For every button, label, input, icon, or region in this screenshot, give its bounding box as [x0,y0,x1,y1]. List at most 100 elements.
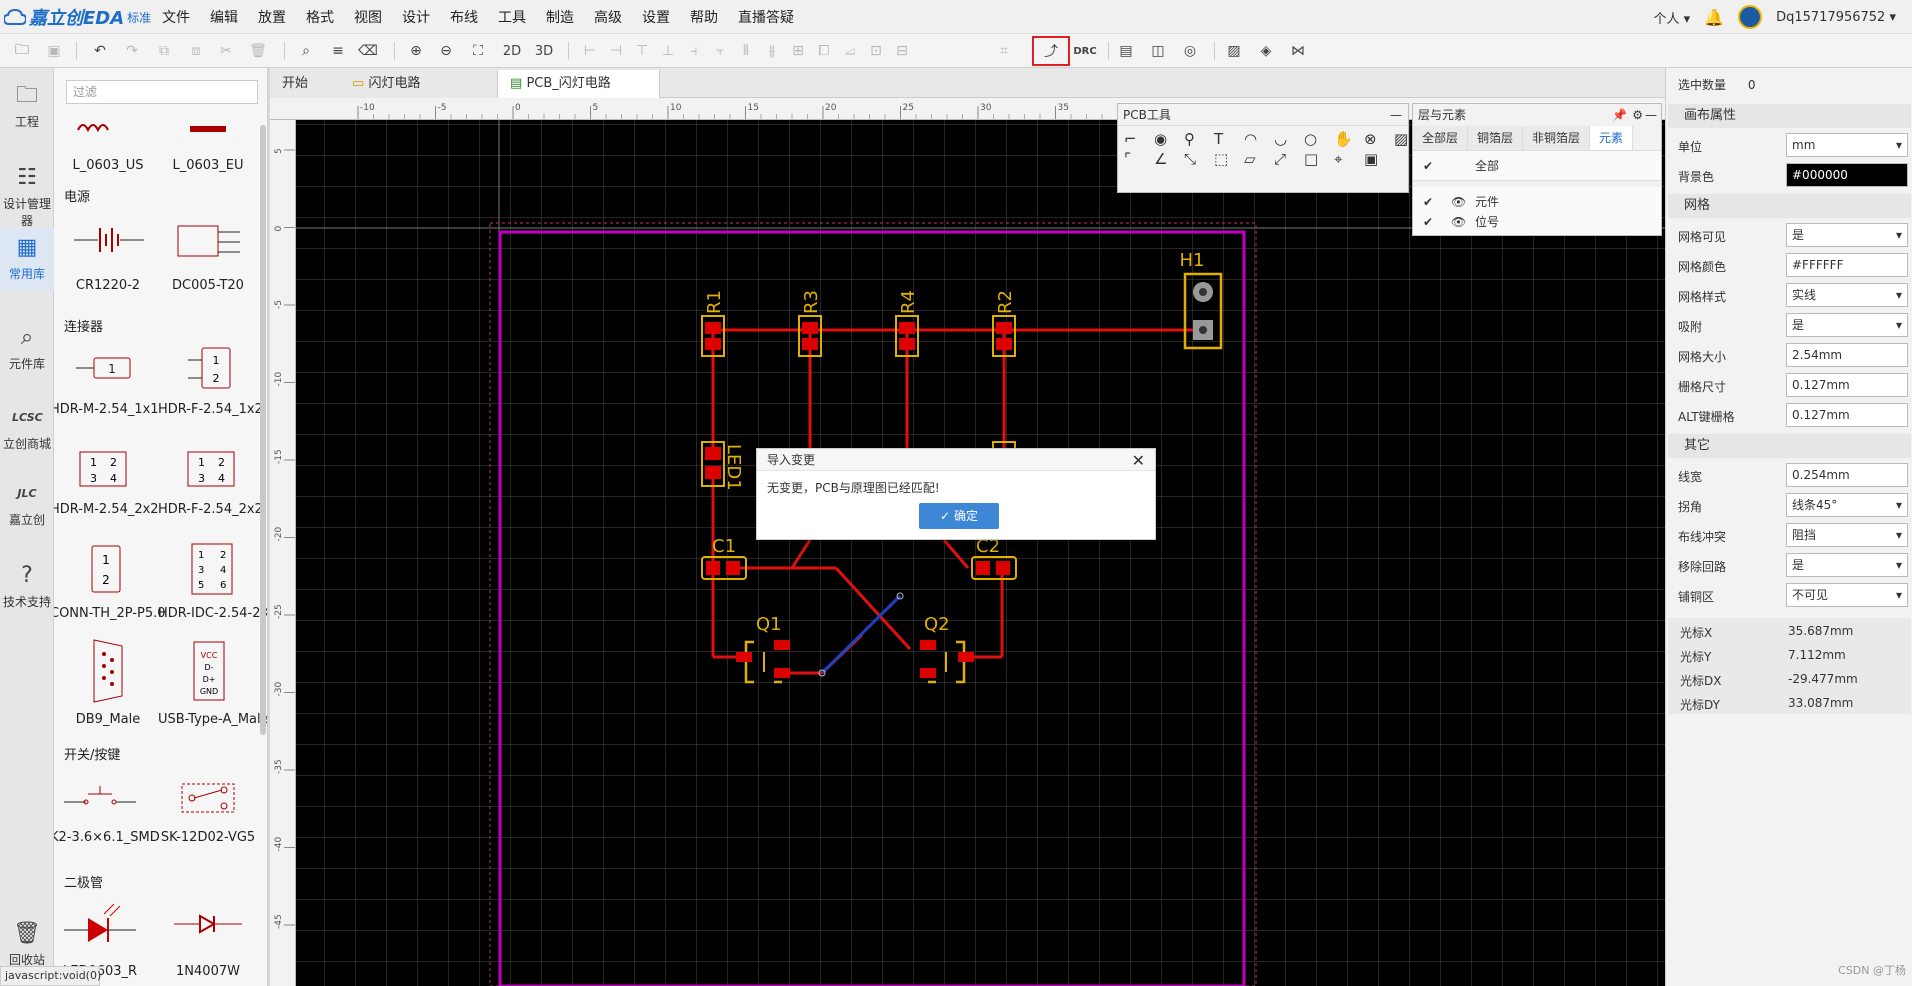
arc2-tool-icon[interactable]: ◡ [1274,130,1302,148]
part-db9-male[interactable]: DB9_Male [58,636,158,727]
grid-size-input[interactable]: 2.54mm [1786,343,1908,367]
align-right-icon[interactable]: ⊣ [604,39,628,63]
image-icon[interactable]: ▨ [1222,39,1246,63]
group-icon[interactable]: ⧠ [812,39,836,63]
minimize-icon[interactable]: — [1390,104,1402,126]
grid-style-select[interactable]: 实线 [1786,283,1908,307]
gear-icon[interactable]: ⚙ [1632,104,1643,126]
filter-input[interactable]: 过滤 [66,80,258,104]
align-bottom-icon[interactable]: ⊥ [656,39,680,63]
app-logo[interactable]: 嘉立创EDA 标准 [4,6,151,29]
nav-tech-support[interactable]: ? 技术支持 [0,562,54,610]
angle-tool-icon[interactable]: ∠ [1154,150,1182,168]
unit-select[interactable]: mm [1786,133,1908,157]
category-diode[interactable]: 二极管 [64,872,103,891]
arc-tool-icon[interactable]: ◠ [1244,130,1272,148]
category-power[interactable]: 电源 [64,186,90,205]
gerber-icon[interactable]: ◫ [1146,39,1170,63]
corner-tool-icon[interactable]: ⌜ [1124,150,1152,168]
fit-view-icon[interactable]: ⛶ [466,39,490,63]
layer-row-designators[interactable]: ✔ 👁 位号 [1413,207,1661,235]
username-menu[interactable]: Dq15717956752 ▾ [1776,10,1896,25]
find-replace-icon[interactable]: ≡ [326,39,350,63]
paste-icon[interactable]: ⧈ [184,39,208,63]
category-connector[interactable]: 连接器 [64,316,103,335]
section-other[interactable]: 其它 [1668,434,1911,458]
category-switch[interactable]: 开关/按键 [64,744,120,763]
grid-visible-select[interactable]: 是 [1786,223,1908,247]
view-2d-button[interactable]: 2D [498,39,526,63]
menu-view[interactable]: 视图 [344,7,392,27]
part-hdr-idc-2x3[interactable]: 1 2 3 4 5 6 HDR-IDC-2.54-2X3 [158,538,267,621]
snap-size-input[interactable]: 0.127mm [1786,373,1908,397]
measure-tool-icon[interactable]: ⌖ [1334,150,1362,168]
nav-lcsc-mall[interactable]: LCSC 立创商城 [0,404,54,452]
nav-design-manager[interactable]: ☷ 设计管理器 [0,164,54,228]
snap-select[interactable]: 是 [1786,313,1908,337]
drc-button[interactable]: DRC [1070,39,1100,63]
avatar[interactable] [1738,5,1763,29]
alt-snap-input[interactable]: 0.127mm [1786,403,1908,427]
bell-icon[interactable]: 🔔 [1704,8,1724,27]
via-tool-icon[interactable]: ⚲ [1184,130,1212,148]
menu-place[interactable]: 放置 [248,7,296,27]
pad-tool-icon[interactable]: ◉ [1154,130,1182,148]
part-sk-12d02[interactable]: SK-12D02-VG5 [158,768,258,845]
ok-button[interactable]: ✓ 确定 [919,503,999,529]
menu-settings[interactable]: 设置 [632,7,680,27]
save-icon[interactable]: ▣ [42,39,66,63]
nav-component-library[interactable]: ⌕ 元件库 [0,324,54,372]
align-center-v-icon[interactable]: ⫟ [708,39,732,63]
menu-design[interactable]: 设计 [392,7,440,27]
eye-icon[interactable]: 👁 [1451,207,1466,235]
distribute-h-icon[interactable]: ⫴ [734,39,758,63]
menu-route[interactable]: 布线 [440,7,488,27]
tab-all-layers[interactable]: 全部层 [1413,126,1469,150]
part-hdr-f-1x2[interactable]: 12 HDR-F-2.54_1x2 [158,340,263,417]
nav-project[interactable]: 🗀 工程 [0,82,54,130]
part-hdr-m-1x1[interactable]: 1 HDR-M-2.54_1x1 [54,340,159,417]
distribute-v-icon[interactable]: ⫵ [760,39,784,63]
menu-format[interactable]: 格式 [296,7,344,27]
search-icon[interactable]: ⌕ [294,39,318,63]
nav-common-library[interactable]: ▦ 常用库 [0,228,54,290]
delete-icon[interactable]: 🗑 [246,39,270,63]
copy-icon[interactable]: ⧉ [152,39,176,63]
pin-icon[interactable]: 📌 [1612,104,1627,126]
bom-icon[interactable]: ▤ [1114,39,1138,63]
dimension-tool-icon[interactable]: ⤢ [1274,150,1302,168]
align-left-icon[interactable]: ⊢ [578,39,602,63]
ungroup-icon[interactable]: ⧡ [838,39,862,63]
pcb-canvas[interactable]: H1 R1 R3 R4 R2 LED1 C1 C2 Q1 Q2 [296,120,1665,986]
tab-elements[interactable]: 元素 [1590,126,1634,150]
nav-recycle-bin[interactable]: 🗑 回收站 [0,920,54,968]
layers-icon[interactable]: ◈ [1254,39,1278,63]
library-scrollbar[interactable] [260,125,266,735]
part-dc005[interactable]: DC005-T20 [158,210,258,293]
menu-file[interactable]: 文件 [152,7,200,27]
layout-tool-icon[interactable]: ▣ [1364,150,1392,168]
solid-region-tool-icon[interactable]: ▱ [1244,150,1272,168]
unlock-icon[interactable]: ⊟ [890,39,914,63]
line-width-input[interactable]: 0.254mm [1786,463,1908,487]
check-icon[interactable]: ✔ [1423,207,1433,235]
lock-icon[interactable]: ⊡ [864,39,888,63]
section-canvas[interactable]: 画布属性 [1668,104,1911,128]
align-top-icon[interactable]: ⊤ [630,39,654,63]
copper-area-select[interactable]: 不可见 [1786,583,1908,607]
menu-edit[interactable]: 编辑 [200,7,248,27]
undo-icon[interactable]: ↶ [88,39,112,63]
share-icon[interactable]: ⋈ [1286,39,1310,63]
circle-tool-icon[interactable]: ○ [1304,130,1332,148]
pcb-tool-header[interactable]: PCB工具 — [1118,104,1408,126]
part-l0603-us[interactable]: L_0603_US [58,116,158,173]
hole-tool-icon[interactable]: ⊗ [1364,130,1392,148]
menu-tools[interactable]: 工具 [488,7,536,27]
pick-place-icon[interactable]: ◎ [1178,39,1202,63]
ratsnest-icon[interactable]: ⌗ [992,39,1016,63]
personal-menu[interactable]: 个人 ▾ [1653,8,1690,27]
text-tool-icon[interactable]: T [1214,130,1242,148]
part-l0603-eu[interactable]: L_0603_EU [158,116,258,173]
redo-icon[interactable]: ↷ [120,39,144,63]
part-1n4007w[interactable]: 1N4007W [158,896,258,979]
